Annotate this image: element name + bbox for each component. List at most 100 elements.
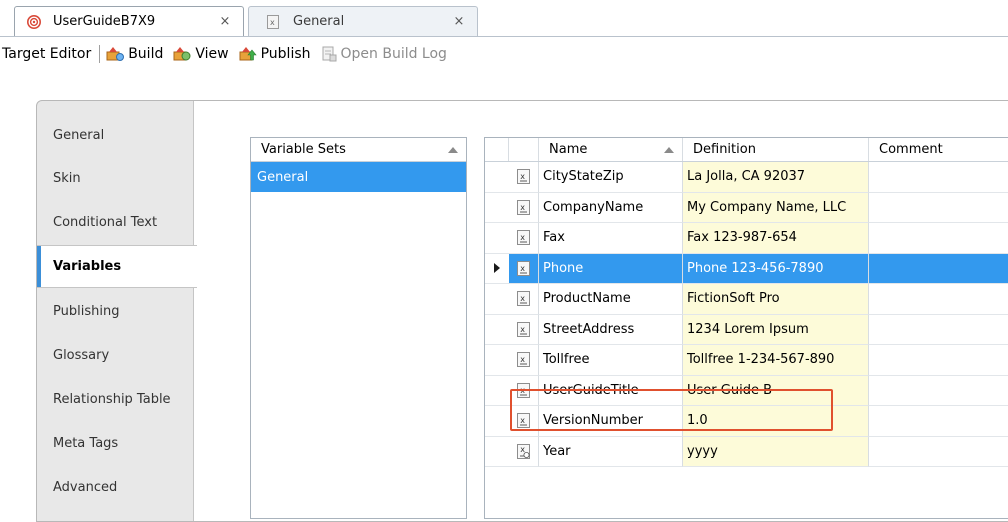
toolbar-divider — [99, 45, 101, 63]
document-tab-bar: UserGuideB7X9 × x General × — [0, 0, 1008, 37]
variable-name-cell[interactable]: ProductName — [539, 284, 683, 315]
variable-row[interactable]: x Fax Fax 123-987-654 — [485, 223, 1008, 254]
nav-tab-meta-tags[interactable]: Meta Tags — [37, 422, 193, 465]
svg-text:x: x — [520, 264, 525, 273]
variable-name-cell[interactable]: Fax — [539, 223, 683, 254]
variable-set-item[interactable]: General — [251, 162, 466, 192]
variable-definition-cell[interactable]: Phone 123-456-7890 — [683, 253, 869, 284]
row-selector[interactable] — [485, 406, 509, 437]
svg-text:x: x — [520, 386, 525, 395]
name-column-header[interactable]: Name — [539, 138, 683, 161]
svg-text:x: x — [270, 18, 275, 27]
variable-definition-cell[interactable]: yyyy — [683, 436, 869, 467]
build-icon — [106, 47, 125, 61]
tab-general-variableset[interactable]: x General × — [248, 6, 478, 36]
nav-tab-conditional-text[interactable]: Conditional Text — [37, 201, 193, 244]
variable-comment-cell[interactable] — [869, 406, 1008, 437]
variable-row[interactable]: x ProductName FictionSoft Pro — [485, 284, 1008, 315]
svg-text:x: x — [520, 172, 525, 181]
variable-name-cell[interactable]: Year — [539, 436, 683, 467]
variable-row[interactable]: x Year yyyy — [485, 436, 1008, 467]
variable-comment-cell[interactable] — [869, 345, 1008, 376]
variable-definition-cell[interactable]: 1234 Lorem Ipsum — [683, 314, 869, 345]
nav-tab-relationship-table[interactable]: Relationship Table — [37, 378, 193, 421]
text-variable-icon: x — [517, 382, 530, 398]
tab-label: UserGuideB7X9 — [53, 14, 156, 29]
tab-userguide-target[interactable]: UserGuideB7X9 × — [14, 6, 244, 36]
nav-tab-general[interactable]: General — [37, 114, 193, 157]
row-selector[interactable] — [485, 253, 509, 284]
variable-row[interactable]: x CompanyName My Company Name, LLC — [485, 192, 1008, 223]
variable-comment-cell[interactable] — [869, 315, 1008, 345]
row-selector[interactable] — [485, 375, 509, 406]
view-button[interactable]: View — [173, 46, 229, 62]
variable-row[interactable]: x Phone Phone 123-456-7890 — [485, 253, 1008, 284]
variable-definition-cell[interactable]: FictionSoft Pro — [683, 284, 869, 315]
row-selector[interactable] — [485, 345, 509, 376]
row-selector[interactable] — [485, 436, 509, 467]
variable-comment-cell[interactable] — [869, 223, 1008, 254]
close-icon[interactable]: × — [215, 14, 235, 29]
variable-type-cell: x — [509, 223, 539, 254]
variable-comment-cell[interactable] — [869, 284, 1008, 315]
variable-comment-cell[interactable] — [869, 162, 1008, 193]
grid-header: Name Definition Comment — [485, 138, 1008, 162]
svg-text:x: x — [520, 355, 525, 364]
build-button[interactable]: Build — [106, 46, 163, 62]
variable-name-cell[interactable]: CityStateZip — [539, 162, 683, 193]
variable-definition-cell[interactable]: La Jolla, CA 92037 — [683, 162, 869, 193]
nav-tab-publishing[interactable]: Publishing — [37, 290, 193, 333]
row-selector-header — [485, 138, 509, 161]
variable-sets-list: Variable Sets General — [250, 137, 467, 519]
variable-row[interactable]: x Tollfree Tollfree 1-234-567-890 — [485, 345, 1008, 376]
open-build-log-button[interactable]: Open Build Log — [321, 46, 447, 62]
nav-tab-skin[interactable]: Skin — [37, 157, 193, 200]
close-icon[interactable]: × — [449, 14, 469, 29]
variable-type-cell: x — [509, 284, 539, 315]
variable-comment-cell[interactable] — [869, 253, 1008, 284]
variable-name-cell[interactable]: StreetAddress — [539, 314, 683, 345]
row-selector[interactable] — [485, 314, 509, 345]
build-label: Build — [128, 46, 164, 62]
definition-column-header[interactable]: Definition — [683, 138, 869, 161]
row-selector[interactable] — [485, 223, 509, 254]
variable-set-label: General — [257, 169, 309, 185]
variable-sets-column-header[interactable]: Variable Sets — [251, 138, 466, 162]
nav-tab-glossary[interactable]: Glossary — [37, 334, 193, 377]
target-editor-side-nav: General Skin Conditional Text Variables … — [37, 101, 197, 521]
variable-type-cell: x — [509, 375, 539, 406]
nav-tab-label: Skin — [53, 171, 81, 186]
row-selector[interactable] — [485, 162, 509, 193]
nav-tab-label: Publishing — [53, 304, 120, 319]
variable-comment-cell[interactable] — [869, 193, 1008, 223]
variable-row[interactable]: x StreetAddress 1234 Lorem Ipsum — [485, 314, 1008, 345]
variable-row[interactable]: x VersionNumber 1.0 — [485, 406, 1008, 437]
variable-row[interactable]: x CityStateZip La Jolla, CA 92037 — [485, 162, 1008, 193]
nav-tab-variables[interactable]: Variables — [37, 245, 197, 288]
nav-tab-label: Glossary — [53, 348, 110, 363]
text-variable-icon: x — [517, 199, 530, 215]
variable-definition-cell[interactable]: My Company Name, LLC — [683, 192, 869, 223]
row-selector[interactable] — [485, 284, 509, 315]
variable-definition-cell[interactable]: Tollfree 1-234-567-890 — [683, 345, 869, 376]
text-variable-icon: x — [517, 169, 530, 185]
variable-comment-cell[interactable] — [869, 437, 1008, 467]
nav-tab-label: General — [53, 128, 105, 143]
variable-definition-cell[interactable]: User Guide B — [683, 375, 869, 406]
row-selector[interactable] — [485, 192, 509, 223]
variable-definition-cell[interactable]: 1.0 — [683, 406, 869, 437]
svg-text:x: x — [520, 203, 525, 212]
publish-button[interactable]: Publish — [239, 46, 311, 62]
variable-name-cell[interactable]: Tollfree — [539, 345, 683, 376]
variable-comment-cell[interactable] — [869, 376, 1008, 406]
variable-type-cell: x — [509, 192, 539, 223]
variable-row[interactable]: x UserGuideTitle User Guide B — [485, 375, 1008, 406]
nav-tab-advanced[interactable]: Advanced — [37, 466, 193, 509]
variable-definition-cell[interactable]: Fax 123-987-654 — [683, 223, 869, 254]
variable-name-cell[interactable]: VersionNumber — [539, 406, 683, 437]
variable-name-cell[interactable]: Phone — [539, 253, 683, 284]
variable-name-cell[interactable]: CompanyName — [539, 192, 683, 223]
variable-name-cell[interactable]: UserGuideTitle — [539, 375, 683, 406]
comment-column-header[interactable]: Comment — [869, 138, 1008, 161]
variable-type-cell: x — [509, 345, 539, 376]
